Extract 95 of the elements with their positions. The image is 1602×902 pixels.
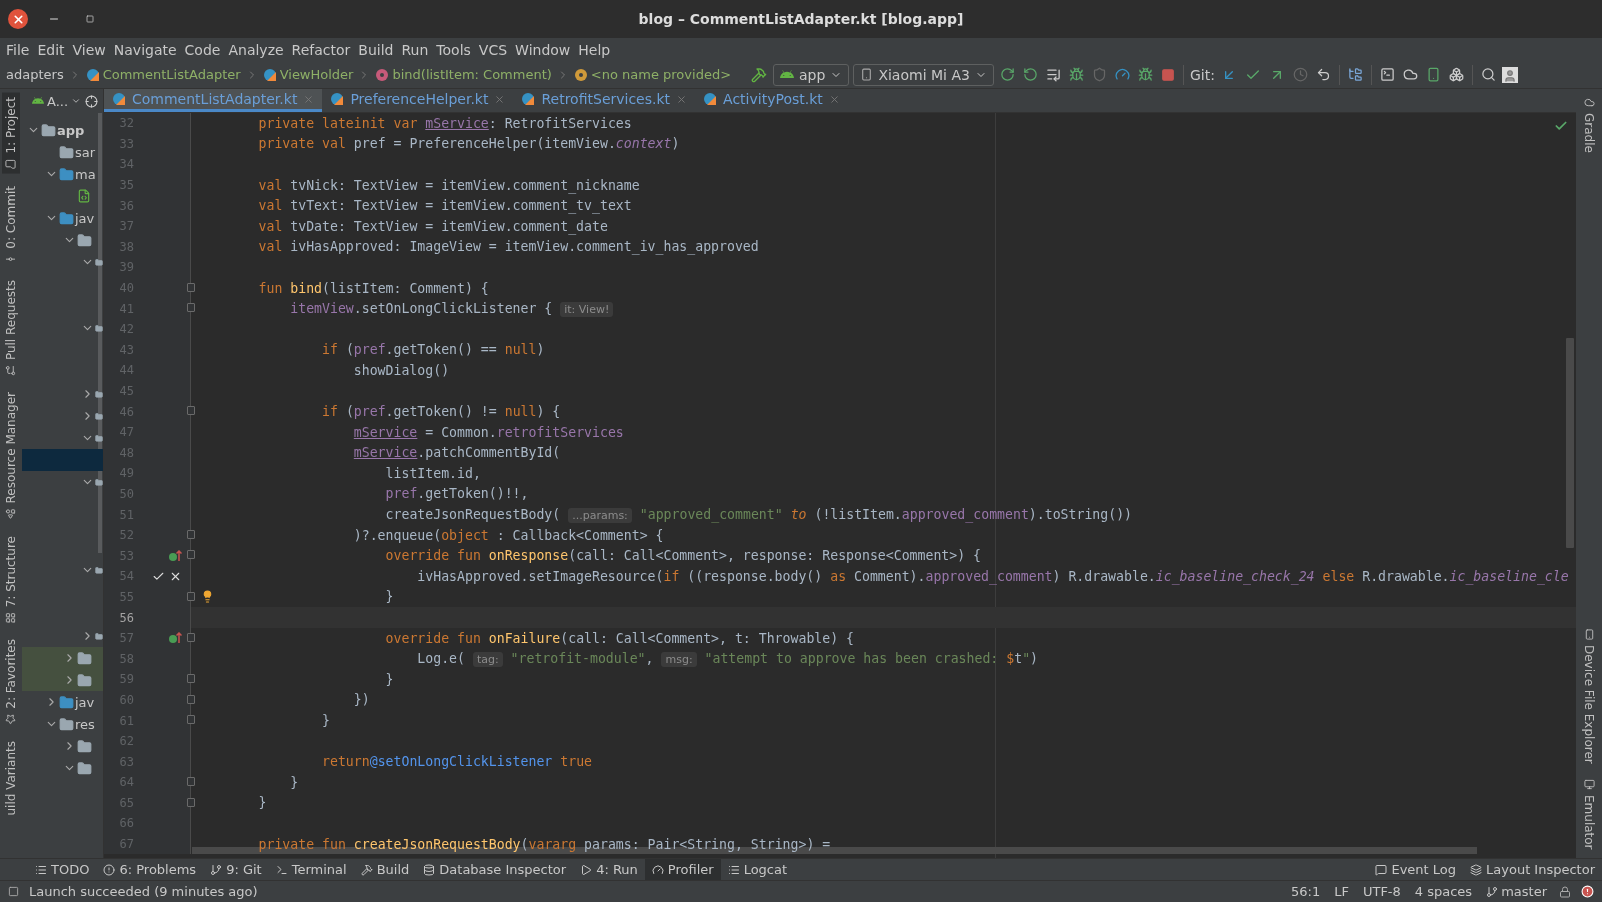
- tree-item-label[interactable]: ma: [75, 166, 96, 182]
- tool-window-tab[interactable]: Gradle: [1580, 93, 1598, 157]
- git-label: Git:: [1189, 66, 1215, 83]
- caret-position[interactable]: 56:1: [1289, 884, 1323, 899]
- tool-window-tab[interactable]: uild Variants: [2, 736, 20, 820]
- menu-item[interactable]: Window: [511, 41, 575, 58]
- code-line: }): [353, 692, 370, 708]
- code-line: val tvNick: TextView = itemView.comment_nickname: [258, 177, 640, 193]
- code-line: private fun createJsonRequestBody(vararg params: Pair<String, String>) =: [258, 836, 831, 852]
- tool-tab[interactable]: Build: [353, 859, 417, 880]
- tool-tab[interactable]: Terminal: [268, 859, 354, 880]
- tree-row[interactable]: sar: [22, 141, 103, 163]
- code-line: val tvDate: TextView = itemView.comment_date: [258, 218, 608, 234]
- tool-window-tab[interactable]: Pull Requests: [2, 276, 20, 381]
- menu-item[interactable]: Refactor: [287, 41, 355, 58]
- code-line: override fun onResponse(call: Call<Comment>, response: Response<Comment>) {: [385, 548, 982, 564]
- menu-item[interactable]: File: [2, 41, 34, 58]
- editor-tab[interactable]: ActivityPost.kt: [695, 89, 848, 112]
- device-dropdown[interactable]: Xiaomi Mi A3: [853, 63, 994, 86]
- git-branch[interactable]: master: [1484, 884, 1549, 899]
- menu-item[interactable]: Analyze: [224, 41, 288, 58]
- breadcrumb[interactable]: bind(listItem: Comment): [375, 67, 552, 82]
- tree-item-label[interactable]: sar: [75, 144, 96, 160]
- tree-item-label[interactable]: jav: [75, 694, 95, 710]
- code-line: val ivHasApproved: ImageView = itemView.comment_iv_has_approved: [258, 239, 759, 255]
- code-line: val tvText: TextView = itemView.comment_tv_text: [258, 198, 632, 214]
- code-line: private val pref = PreferenceHelper(itemView.context): [258, 136, 680, 152]
- tree-row[interactable]: app: [22, 119, 103, 141]
- status-message: Launch succeeded (9 minutes ago): [29, 884, 258, 899]
- run-config-dropdown[interactable]: app: [773, 63, 850, 86]
- tool-tab[interactable]: Database Inspector: [416, 859, 574, 880]
- code-line: listItem.id,: [385, 465, 481, 481]
- code-line: }: [385, 671, 394, 687]
- tree-item-label[interactable]: app: [57, 122, 85, 138]
- tool-tab[interactable]: 9: Git: [203, 859, 269, 880]
- tool-tab[interactable]: 6: Problems: [96, 859, 204, 880]
- menu-item[interactable]: Code: [180, 41, 225, 58]
- tool-window-tab[interactable]: 7: Structure: [2, 531, 20, 628]
- editor-tab[interactable]: PreferenceHelper.kt: [322, 89, 514, 112]
- breadcrumb[interactable]: <no name provided>: [573, 67, 732, 82]
- indent-setting[interactable]: 4 spaces: [1412, 884, 1475, 899]
- code-line: itemView.setOnLongClickListener { it: View!: [290, 301, 614, 317]
- tree-item-label[interactable]: res: [75, 716, 95, 732]
- code-line: if (pref.getToken() == null): [322, 342, 545, 358]
- tool-window-tab[interactable]: Emulator: [1580, 775, 1598, 854]
- breadcrumb[interactable]: ViewHolder: [262, 67, 354, 82]
- code-line: }: [290, 774, 299, 790]
- tool-tab[interactable]: TODO: [28, 859, 97, 880]
- tree-row[interactable]: res: [22, 713, 103, 735]
- tool-window-tab[interactable]: Resource Manager: [2, 388, 20, 524]
- line-number: 56: [118, 610, 134, 625]
- tool-window-tab[interactable]: 2: Favorites: [2, 635, 20, 729]
- code-line: createJsonRequestBody( ...params: "approved_comment" to (!listItem.approved_comment).toString()): [385, 507, 1133, 523]
- code-line: private lateinit var mService: RetrofitServices: [258, 115, 632, 131]
- tool-tab[interactable]: Profiler: [644, 859, 721, 880]
- menu-item[interactable]: Build: [354, 41, 398, 58]
- tool-window-tab[interactable]: 0: Commit: [2, 181, 20, 269]
- code-line: pref.getToken()!!,: [385, 486, 529, 502]
- menu-item[interactable]: Help: [574, 41, 615, 58]
- tool-tab[interactable]: Event Log: [1368, 859, 1464, 880]
- breadcrumb[interactable]: CommentListAdapter: [85, 67, 241, 82]
- menu-item[interactable]: View: [68, 41, 110, 58]
- tool-window-tab[interactable]: Device File Explorer: [1580, 624, 1598, 768]
- code-line: }: [258, 795, 267, 811]
- menu-item[interactable]: Tools: [432, 41, 475, 58]
- menu-item[interactable]: Run: [397, 41, 433, 58]
- encoding[interactable]: UTF-8: [1360, 884, 1403, 899]
- tool-tab[interactable]: Layout Inspector: [1463, 859, 1602, 880]
- code-line: return@setOnLongClickListener true: [322, 754, 592, 770]
- tree-row[interactable]: jav: [22, 207, 103, 229]
- tool-tab[interactable]: Logcat: [720, 859, 795, 880]
- window-title: blog – CommentListAdapter.kt [blog.app]: [638, 11, 964, 27]
- code-line: mService = Common.retrofitServices: [353, 424, 624, 440]
- tree-row[interactable]: jav: [22, 691, 103, 713]
- code-line: Log.e( tag: "retrofit-module", msg: "attempt to approve has been crashed: $t"): [417, 651, 1039, 667]
- editor-tab[interactable]: RetrofitServices.kt: [513, 89, 696, 112]
- code-line: }: [322, 713, 330, 728]
- code-line: if (pref.getToken() != null) {: [322, 404, 561, 420]
- line-separator[interactable]: LF: [1332, 884, 1351, 899]
- code-line: ivHasApproved.setImageResource(if ((response.body() as Comment).approved_comment) R.drawable.ic_baseline_check_24 else R.drawable.ic_baseline_cle: [417, 568, 1569, 584]
- menu-item[interactable]: VCS: [474, 41, 512, 58]
- code-line: )?.enqueue(object : Callback<Comment> {: [353, 527, 664, 543]
- code-line: fun bind(listItem: Comment) {: [258, 280, 489, 296]
- tree-row[interactable]: ma: [22, 163, 103, 185]
- code-line: showDialog(): [353, 362, 450, 378]
- code-line: }: [385, 589, 394, 605]
- menu-item[interactable]: Edit: [33, 41, 69, 58]
- tool-window-tab[interactable]: 1: Project: [2, 93, 20, 174]
- code-line: mService.patchCommentById(: [353, 445, 561, 461]
- project-view-dropdown[interactable]: A...: [30, 93, 84, 109]
- tree-item-label[interactable]: jav: [75, 210, 95, 226]
- code-line: override fun onFailure(call: Call<Comment>, t: Throwable) {: [385, 630, 854, 646]
- tool-tab[interactable]: 4: Run: [573, 859, 645, 880]
- menu-item[interactable]: Navigate: [109, 41, 181, 58]
- breadcrumb[interactable]: adapters: [6, 67, 64, 82]
